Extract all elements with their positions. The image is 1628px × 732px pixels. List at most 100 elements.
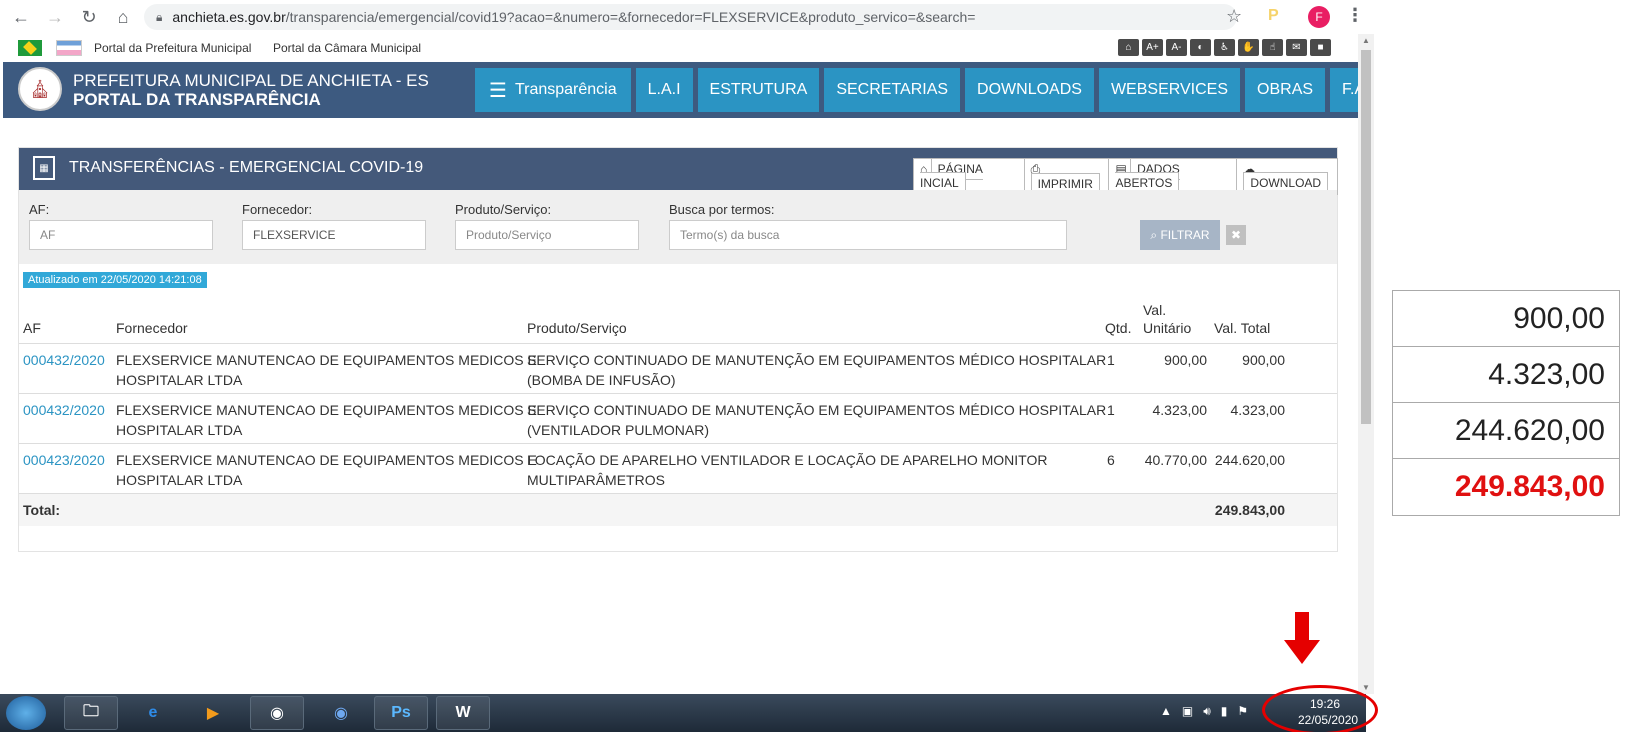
lock-icon: 🔒︎ [156, 9, 163, 24]
af-link[interactable]: 000423/2020 [23, 450, 105, 470]
produto-cell: (BOMBA DE INFUSÃO) [527, 372, 676, 388]
url-path: /transparencia/emergencial/covid19?acao=… [285, 9, 976, 25]
header-fornecedor: Fornecedor [116, 320, 188, 336]
search-icon: ⌕ [1150, 227, 1161, 242]
scroll-thumb[interactable] [1361, 50, 1371, 424]
site-name: PREFEITURA MUNICIPAL DE ANCHIETA - ES [73, 71, 429, 90]
divider [19, 343, 1337, 344]
system-tray: ▲ ▣ 🔊︎ ▮ ⚑ [1160, 704, 1248, 719]
unit-value-cell: 40.770,00 [1144, 452, 1207, 468]
font-increase-icon[interactable]: A+ [1142, 39, 1163, 56]
home-icon[interactable]: ⌂ [1118, 39, 1139, 56]
total-value-cell: 4.323,00 [1230, 402, 1286, 418]
back-icon[interactable]: ← [8, 4, 34, 30]
volume-icon[interactable]: 🔊︎ [1203, 704, 1211, 719]
home-icon[interactable]: ⌂ [110, 4, 136, 30]
af-label: AF: [29, 202, 50, 217]
contrast-icon[interactable]: ◐ [1190, 39, 1211, 56]
site-subtitle: PORTAL DA TRANSPARÊNCIA [73, 90, 321, 109]
fornecedor-cell: HOSPITALAR LTDA [116, 472, 243, 488]
bookmark-star-icon[interactable]: ☆ [1226, 6, 1242, 27]
menu-secretarias[interactable]: SECRETARIAS [824, 68, 961, 112]
scroll-down-icon[interactable]: ▼ [1362, 683, 1370, 692]
page-scrollbar[interactable]: ▲ ▼ [1358, 34, 1374, 694]
panel-header: ▦ TRANSFERÊNCIAS - EMERGENCIAL COVID-19 … [19, 148, 1338, 195]
zoom-value: 4.323,00 [1393, 347, 1619, 403]
filter-button[interactable]: ⌕ FILTRAR [1140, 220, 1220, 250]
prefeitura-link[interactable]: Portal da Prefeitura Municipal [94, 41, 251, 55]
qtd-cell: 1 [1107, 402, 1115, 418]
browser-toolbar: ← → ↻ ⌂ 🔒︎ anchieta.es.gov.br/transparen… [0, 0, 1368, 34]
fornecedor-cell: HOSPITALAR LTDA [116, 422, 243, 438]
produto-cell: SERVIÇO CONTINUADO DE MANUTENÇÃO EM EQUI… [527, 402, 1107, 418]
accessibility-icon[interactable]: ♿ [1214, 39, 1235, 56]
tray-arrow-icon[interactable]: ▲ [1160, 704, 1172, 719]
browser-menu-icon[interactable]: ⋮ [1346, 5, 1364, 26]
extension-icon[interactable]: P [1268, 7, 1279, 25]
main-menu: ☰ Transparência L.A.I ESTRUTURA SECRETARI… [475, 68, 1358, 112]
af-link[interactable]: 000432/2020 [23, 400, 105, 420]
produto-input[interactable]: Produto/Serviço [455, 220, 639, 250]
chromium-icon[interactable]: ◉ [314, 696, 368, 730]
camara-link[interactable]: Portal da Câmara Municipal [273, 41, 421, 55]
clear-filter-button[interactable]: ✖ [1226, 225, 1246, 245]
fornecedor-label: Fornecedor: [242, 202, 313, 217]
reload-icon[interactable]: ↻ [76, 4, 102, 30]
profile-avatar[interactable]: F [1308, 6, 1330, 28]
fornecedor-input[interactable]: FLEXSERVICE [242, 220, 426, 250]
calculator-icon: ▦ [33, 156, 55, 180]
sign-language-icon[interactable]: ✋ [1238, 39, 1259, 56]
font-decrease-icon[interactable]: A- [1166, 39, 1187, 56]
word-icon[interactable]: W [436, 696, 490, 730]
red-arrow-icon [1284, 640, 1320, 664]
scroll-up-icon[interactable]: ▲ [1362, 36, 1370, 45]
busca-label: Busca por termos: [669, 202, 775, 217]
menu-webservices[interactable]: WEBSERVICES [1098, 68, 1241, 112]
brazil-flag-icon [18, 40, 42, 56]
updated-badge: Atualizado em 22/05/2020 14:21:08 [23, 272, 207, 288]
media-player-icon[interactable]: ▶ [186, 696, 240, 730]
af-link[interactable]: 000432/2020 [23, 350, 105, 370]
menu-estrutura[interactable]: ESTRUTURA [697, 68, 820, 112]
signal-icon[interactable]: ▮ [1221, 704, 1228, 719]
network-icon[interactable]: ▣ [1182, 704, 1193, 719]
menu-transparencia[interactable]: ☰ Transparência [475, 68, 631, 112]
hand-icon[interactable]: ☝ [1262, 39, 1283, 56]
explorer-icon[interactable]: 🗀 [64, 696, 118, 730]
chrome-icon[interactable]: ◉ [250, 696, 304, 730]
af-input[interactable]: AF [29, 220, 213, 250]
total-value-cell: 900,00 [1242, 352, 1285, 368]
filter-form: AF: AF Fornecedor: FLEXSERVICE Produto/S… [19, 190, 1337, 264]
total-row: Total: 249.843,00 [19, 494, 1337, 526]
busca-input[interactable]: Termo(s) da busca [669, 220, 1067, 250]
divider [19, 443, 1337, 444]
menu-faq[interactable]: F.A.Q. [1330, 68, 1358, 112]
total-value-cell: 244.620,00 [1214, 452, 1285, 468]
total-label: Total: [23, 502, 61, 518]
red-arrow-shaft [1295, 612, 1309, 642]
panel-title: TRANSFERÊNCIAS - EMERGENCIAL COVID-19 [69, 159, 424, 176]
forward-icon[interactable]: → [42, 4, 68, 30]
menu-lai[interactable]: L.A.I [635, 68, 693, 112]
unit-value-cell: 4.323,00 [1152, 402, 1208, 418]
list-icon: ☰ [489, 79, 507, 102]
header-af: AF [23, 320, 41, 336]
zoom-value: 900,00 [1393, 291, 1619, 347]
photoshop-icon[interactable]: Ps [374, 696, 428, 730]
header-val-unit-2: Unitário [1143, 320, 1192, 336]
menu-downloads[interactable]: DOWNLOADS [965, 68, 1094, 112]
produto-cell: MULTIPARÂMETROS [527, 472, 665, 488]
menu-label: Transparência [514, 81, 617, 98]
qtd-cell: 1 [1107, 352, 1115, 368]
lock-icon[interactable]: ■ [1310, 39, 1331, 56]
start-button[interactable] [6, 696, 46, 730]
header-val-unit-1: Val. [1143, 302, 1167, 318]
filter-label: FILTRAR [1160, 228, 1210, 242]
menu-obras[interactable]: OBRAS [1245, 68, 1326, 112]
header-val-total: Val. Total [1214, 320, 1271, 336]
municipality-logo[interactable]: ⛪︎ [18, 67, 62, 111]
internet-explorer-icon[interactable]: e [126, 696, 180, 730]
flag-alert-icon[interactable]: ⚑ [1237, 704, 1248, 719]
address-bar[interactable]: 🔒︎ anchieta.es.gov.br/transparencia/emer… [144, 4, 1237, 30]
mail-icon[interactable]: ✉ [1286, 39, 1307, 56]
